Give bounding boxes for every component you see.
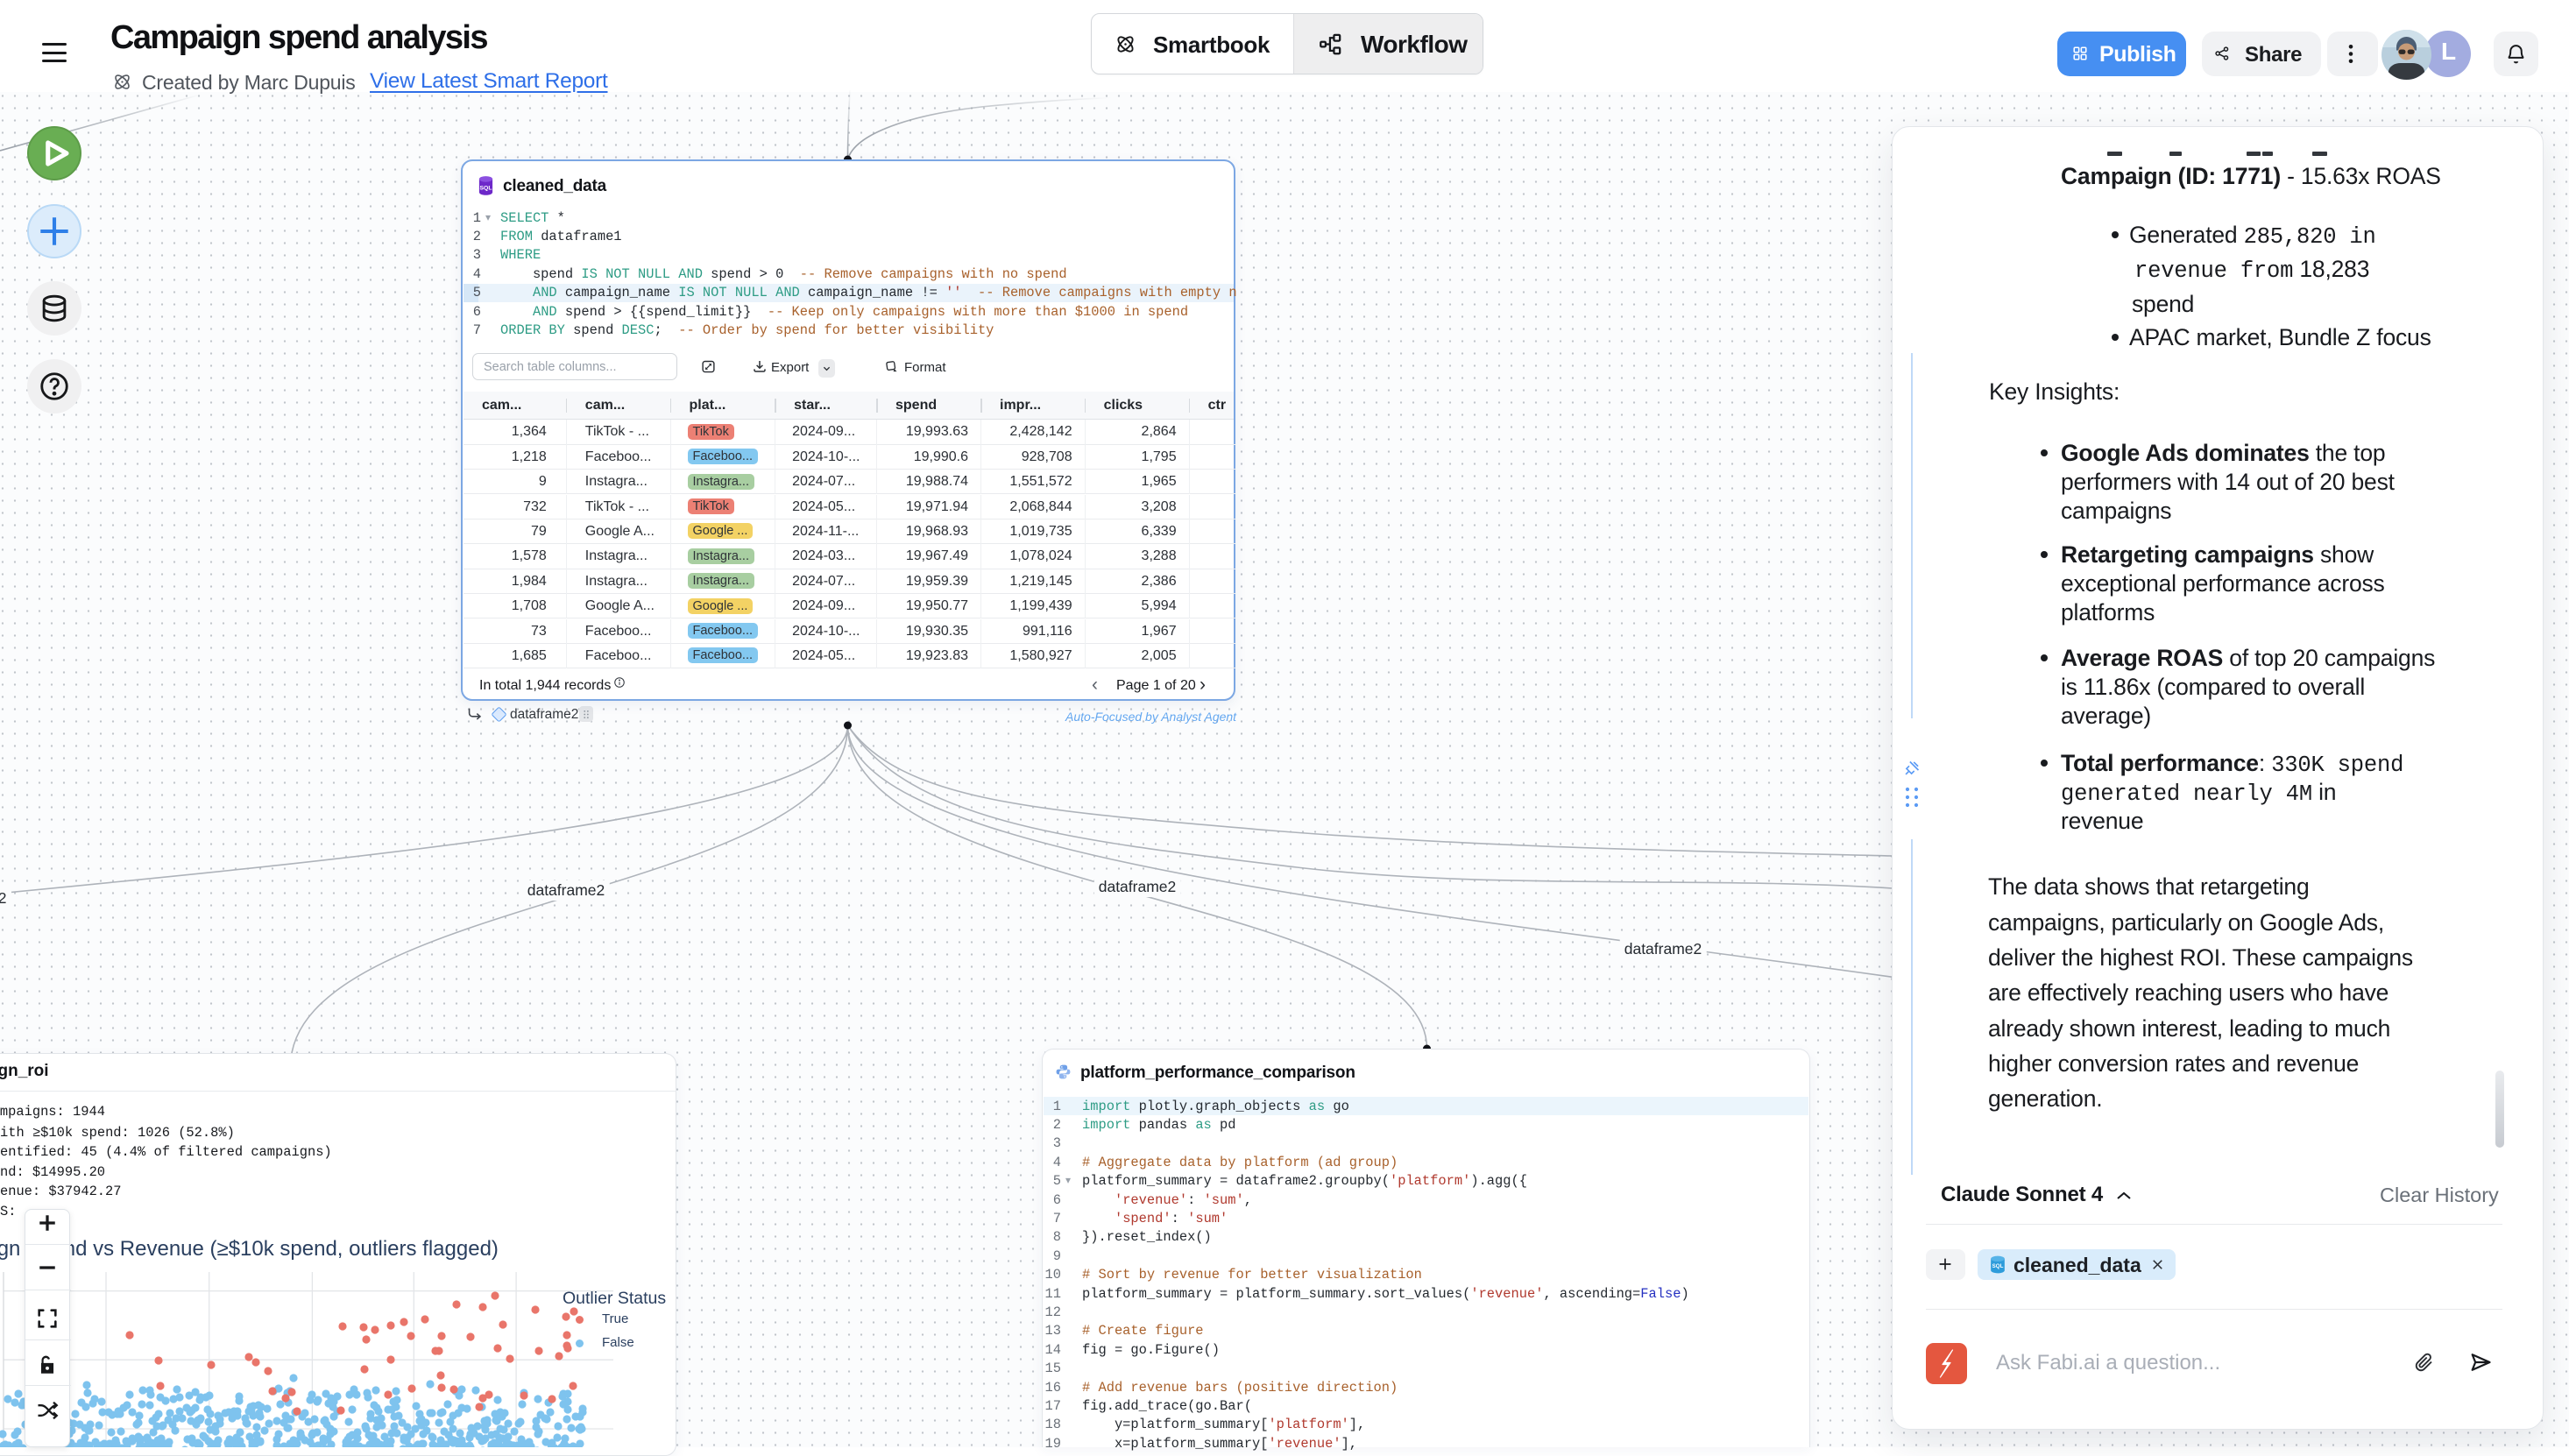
svg-text:SQL: SQL	[1992, 1263, 2004, 1269]
svg-text:SQL: SQL	[480, 185, 492, 191]
